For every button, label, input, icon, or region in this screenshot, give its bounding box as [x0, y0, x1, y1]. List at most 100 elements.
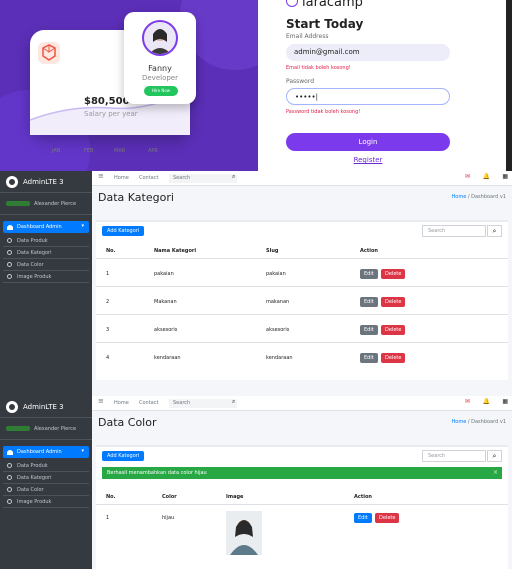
edit-button[interactable]: Edit: [354, 513, 372, 523]
sidebar-item-data-produk[interactable]: Data Produk: [3, 235, 89, 247]
column-header: Color: [162, 494, 177, 500]
main-content: Data Color Home / Dashboard v1 Add Kateg…: [92, 411, 512, 569]
nav-contact-link[interactable]: Contact: [139, 400, 158, 406]
sidebar-item-data-color[interactable]: Data Color: [3, 259, 89, 271]
login-button[interactable]: Login: [286, 133, 450, 151]
search-input[interactable]: Search: [422, 450, 486, 462]
delete-button[interactable]: Delete: [381, 269, 406, 279]
cell-slug: kendaraan: [266, 355, 293, 361]
search-button[interactable]: ⌕: [487, 450, 502, 462]
search-icon: ⌕: [492, 452, 497, 460]
sidebar-item-data-color[interactable]: Data Color: [3, 484, 89, 496]
hamburger-icon[interactable]: ≡: [98, 397, 104, 405]
circle-icon: [7, 274, 12, 279]
color-card: Add Kategori Search ⌕ Berhasil menambahk…: [96, 445, 508, 569]
sidebar: AdminLTE 3 Alexander Pierce Dashboard Ad…: [0, 171, 92, 396]
password-field[interactable]: •••••|: [286, 88, 450, 105]
month-label: MAR: [114, 148, 126, 154]
breadcrumb-home-link[interactable]: Home: [452, 194, 467, 200]
column-header: Image: [226, 494, 244, 500]
edit-button[interactable]: Edit: [360, 325, 378, 335]
add-color-button[interactable]: Add Kategori: [102, 451, 145, 461]
column-header: Action: [360, 248, 378, 254]
adminlte-logo-icon: [6, 175, 18, 188]
sidebar-item-data-produk[interactable]: Data Produk: [3, 460, 89, 472]
profile-card: Fanny Developer Hire Now: [124, 12, 196, 104]
sidebar-item-image-produk[interactable]: Image Produk: [3, 496, 89, 508]
nav-search-input[interactable]: Search: [169, 174, 237, 183]
nav-home-link[interactable]: Home: [114, 175, 129, 181]
column-header: Action: [354, 494, 372, 500]
circle-icon: [7, 475, 12, 480]
search-input[interactable]: Search: [422, 225, 486, 237]
top-navbar: ≡ Home Contact Search ⌕ ✉ 🔔 ▦: [92, 396, 512, 411]
nav-search-input[interactable]: Search: [169, 399, 237, 408]
sidebar-user[interactable]: Alexander Pierce: [0, 193, 92, 215]
delete-button[interactable]: Delete: [381, 325, 406, 335]
cell-nama: pakaian: [154, 271, 174, 277]
breadcrumb-separator: /: [467, 194, 470, 200]
edit-button[interactable]: Edit: [360, 297, 378, 307]
apps-grid-icon[interactable]: ▦: [502, 398, 508, 405]
hire-now-button[interactable]: Hire Now: [144, 86, 178, 96]
page-title: Data Kategori: [98, 191, 174, 204]
column-header: No.: [106, 248, 116, 254]
column-header: Nama Kategori: [154, 248, 197, 254]
nav-contact-link[interactable]: Contact: [139, 175, 158, 181]
apps-grid-icon[interactable]: ▦: [502, 173, 508, 180]
cell-slug: makanan: [266, 299, 290, 305]
messages-icon[interactable]: ✉: [465, 173, 470, 180]
sidebar-item-dashboard-admin[interactable]: Dashboard Admin ▾: [3, 446, 89, 458]
delete-button[interactable]: Delete: [381, 297, 406, 307]
month-label: APR: [148, 148, 158, 154]
breadcrumb: Home / Dashboard v1: [452, 194, 507, 200]
hamburger-icon[interactable]: ≡: [98, 172, 104, 180]
sidebar-user[interactable]: Alexander Pierce: [0, 418, 92, 440]
sidebar-item-label: Data Kategori: [17, 474, 52, 481]
dashboard-icon: [7, 224, 13, 230]
add-kategori-button[interactable]: Add Kategori: [102, 226, 145, 236]
color-page: AdminLTE 3 Alexander Pierce Dashboard Ad…: [0, 396, 512, 569]
close-icon[interactable]: ×: [493, 467, 498, 479]
profile-role: Developer: [141, 74, 178, 82]
breadcrumb-home-link[interactable]: Home: [452, 419, 467, 425]
circle-icon: [7, 499, 12, 504]
delete-button[interactable]: Delete: [375, 513, 400, 523]
brand-text: AdminLTE 3: [23, 177, 64, 186]
sidebar-item-label: Data Produk: [17, 237, 48, 244]
sidebar-brand[interactable]: AdminLTE 3: [0, 171, 92, 193]
messages-icon[interactable]: ✉: [465, 398, 470, 405]
circle-icon: [7, 487, 12, 492]
email-field[interactable]: admin@gmail.com: [286, 44, 450, 61]
sidebar-brand[interactable]: AdminLTE 3: [0, 396, 92, 418]
breadcrumb: Home / Dashboard v1: [452, 419, 507, 425]
breadcrumb-current: Dashboard v1: [471, 419, 506, 425]
register-link[interactable]: Register: [286, 156, 450, 164]
search-button[interactable]: ⌕: [487, 225, 502, 237]
breadcrumb-current: Dashboard v1: [471, 194, 506, 200]
sidebar-item-label: Data Produk: [17, 462, 48, 469]
edit-button[interactable]: Edit: [360, 353, 378, 363]
sidebar-item-label: Image Produk: [17, 498, 52, 505]
email-label: Email Address: [286, 33, 329, 40]
sidebar: AdminLTE 3 Alexander Pierce Dashboard Ad…: [0, 396, 92, 569]
search-icon[interactable]: ⌕: [232, 173, 235, 181]
brand-text: AdminLTE 3: [23, 402, 64, 411]
nav-home-link[interactable]: Home: [114, 400, 129, 406]
edit-button[interactable]: Edit: [360, 269, 378, 279]
sidebar-item-dashboard-admin[interactable]: Dashboard Admin ▾: [3, 221, 89, 233]
sidebar-item-data-kategori[interactable]: Data Kategori: [3, 247, 89, 259]
search-icon[interactable]: ⌕: [232, 398, 235, 406]
top-navbar: ≡ Home Contact Search ⌕ ✉ 🔔 ▦: [92, 171, 512, 186]
circle-icon: [7, 463, 12, 468]
sidebar-item-label: Data Color: [17, 261, 44, 268]
notifications-icon[interactable]: 🔔: [483, 173, 490, 180]
cell-no: 1: [106, 515, 110, 521]
month-label: FEB: [84, 148, 94, 154]
sidebar-item-data-kategori[interactable]: Data Kategori: [3, 472, 89, 484]
alert-message: Berhasil menambahkan data color hijau: [107, 470, 207, 476]
sidebar-item-image-produk[interactable]: Image Produk: [3, 271, 89, 283]
sidebar-item-label: Data Kategori: [17, 249, 52, 256]
delete-button[interactable]: Delete: [381, 353, 406, 363]
notifications-icon[interactable]: 🔔: [483, 398, 490, 405]
